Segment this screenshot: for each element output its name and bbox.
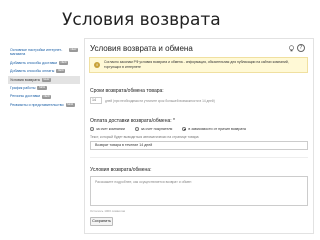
sidebar-item-label: Условия возврата	[10, 77, 40, 82]
auto-text-label: Текст, который будет выводиться автомати…	[90, 135, 200, 139]
return-conditions-textarea[interactable]: Расскажите подробнее, как осуществляется…	[90, 176, 308, 206]
new-badge: NEW	[68, 48, 78, 52]
radio-selected-icon	[182, 127, 187, 131]
return-days-input[interactable]: 14	[90, 97, 102, 104]
char-counter: Осталось 1000 символов	[90, 209, 126, 213]
sidebar-item-main-settings[interactable]: Основные настройки интернет-магазина NEW	[8, 46, 80, 59]
slide-title: Условия возврата	[62, 10, 221, 30]
sidebar-item-regions[interactable]: Регионы доставки NEW	[8, 92, 80, 100]
sidebar-item-returns[interactable]: Условия возврата NEW	[8, 75, 80, 85]
radio-label: за счет покупателя	[140, 127, 173, 131]
sidebar: Основные настройки интернет-магазина NEW…	[8, 46, 80, 109]
sidebar-item-label: Реквизиты и представительство	[10, 102, 64, 107]
new-badge: NEW	[41, 77, 51, 82]
info-notice: i Согласно законам РФ условия возврата и…	[89, 57, 308, 73]
sidebar-item-delivery[interactable]: Добавить способы доставки NEW	[8, 59, 80, 67]
returns-panel: Условия возврата и обмена ? i Согласно з…	[84, 38, 314, 234]
question-circle-icon[interactable]: ?	[297, 44, 305, 52]
new-badge: NEW	[56, 69, 66, 74]
sidebar-item-label: Регионы доставки	[10, 94, 41, 99]
return-days-hint: дней (при необходимости уточните срок бо…	[105, 99, 215, 103]
sidebar-item-requisites[interactable]: Реквизиты и представительство NEW	[8, 101, 80, 109]
sidebar-item-label: Добавить способы доставки	[10, 60, 58, 65]
sidebar-item-label: График работы	[10, 86, 36, 91]
divider	[90, 157, 308, 158]
save-button[interactable]: Сохранить	[90, 217, 113, 226]
sidebar-item-label: Добавить способы оплаты	[10, 69, 55, 74]
radio-label: за счет компании	[96, 127, 125, 131]
lightbulb-icon[interactable]	[288, 45, 295, 52]
new-badge: NEW	[65, 103, 75, 108]
sidebar-item-schedule[interactable]: График работы NEW	[8, 84, 80, 92]
auto-text-field[interactable]: Возврат товара в течение 14 дней	[90, 141, 308, 150]
notice-text: Согласно законам РФ условия возврата и о…	[104, 60, 289, 69]
radio-icon	[90, 127, 94, 131]
return-conditions-title: Условия возврата/обмена:	[90, 167, 152, 173]
new-badge: NEW	[42, 94, 52, 99]
radio-depends-on-reason[interactable]: в зависимости от причин возврата	[182, 127, 246, 131]
sidebar-item-label: Основные настройки интернет-магазина	[10, 48, 63, 57]
radio-icon	[134, 127, 139, 131]
page-title: Условия возврата и обмена	[90, 44, 193, 53]
sidebar-item-payment[interactable]: Добавить способы оплаты NEW	[8, 67, 80, 75]
info-icon: i	[94, 62, 100, 68]
new-badge: NEW	[59, 61, 69, 66]
new-badge: NEW	[37, 86, 47, 91]
radio-buyer-pays[interactable]: за счет покупателя	[134, 127, 173, 131]
radio-label: в зависимости от причин возврата	[188, 127, 246, 131]
payment-radio-group: за счет компании за счет покупателя в за…	[90, 127, 246, 131]
radio-company-pays[interactable]: за счет компании	[90, 127, 125, 131]
return-period-title: Сроки возврата/обмена товара:	[90, 88, 164, 94]
return-payment-title: Оплата доставки возврата/обмена: *	[90, 118, 175, 124]
